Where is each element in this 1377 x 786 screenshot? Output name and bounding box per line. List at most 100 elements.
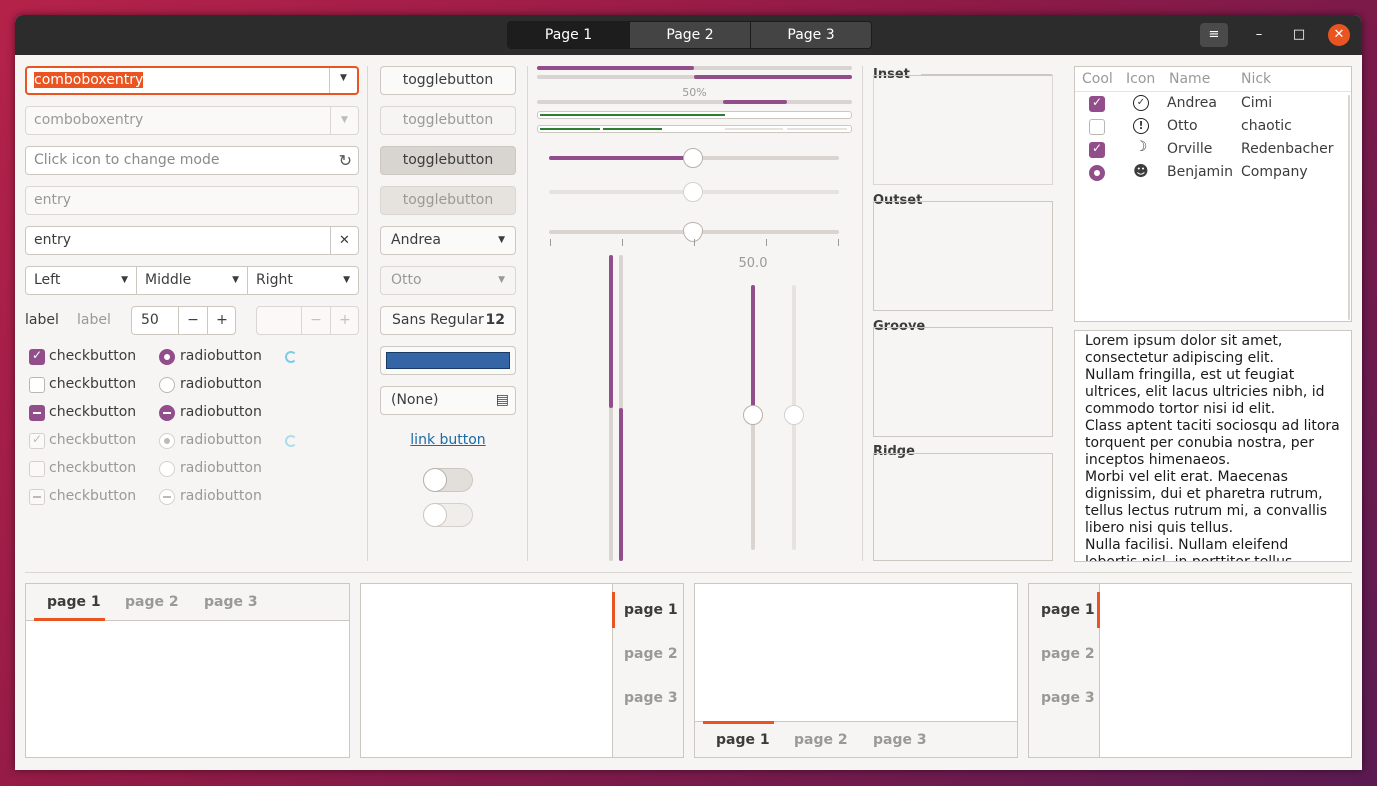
checkbox-5: [29, 461, 45, 477]
notebook-right-tab-3[interactable]: page 3: [624, 690, 678, 706]
scrollbar[interactable]: [1348, 95, 1350, 320]
notebook-bottom-tab-3[interactable]: page 3: [873, 732, 927, 748]
checkbox-2[interactable]: [29, 377, 45, 393]
link-button[interactable]: link button: [380, 432, 516, 448]
switcher-page-1[interactable]: Page 1: [508, 22, 629, 48]
text-view[interactable]: Lorem ipsum dolor sit amet, consectetur …: [1074, 330, 1352, 562]
notebook-right-tab-1[interactable]: page 1: [624, 602, 678, 618]
combo-right[interactable]: Right ▼: [248, 266, 359, 295]
combobox-entry-disabled: comboboxentry ▼: [25, 106, 359, 135]
radio-1-label[interactable]: radiobutton: [180, 348, 262, 364]
combo-middle[interactable]: Middle ▼: [137, 266, 248, 295]
column-header-name[interactable]: Name: [1169, 67, 1210, 91]
notebook-top-tab-2[interactable]: page 2: [125, 594, 179, 610]
text-paragraph-2: Nullam fringilla, est ut feugiat ultrice…: [1085, 367, 1325, 417]
tick-mark: [622, 239, 623, 246]
minimize-icon[interactable]: –: [1247, 23, 1271, 47]
color-button[interactable]: [380, 346, 516, 375]
combo-otto: Otto ▼: [380, 266, 516, 295]
notebook-top-tab-3[interactable]: page 3: [204, 594, 258, 610]
frame-inset-top: [921, 74, 1052, 75]
cool-check[interactable]: [1089, 119, 1105, 135]
notebook-right: page 1 page 2 page 3: [360, 583, 684, 758]
maximize-icon[interactable]: □: [1287, 23, 1311, 47]
radio-1[interactable]: [159, 349, 175, 365]
horizontal-separator: [25, 572, 1352, 573]
radio-3[interactable]: [159, 405, 175, 421]
notebook-left-tab-3[interactable]: page 3: [1041, 690, 1095, 706]
switcher-page-3[interactable]: Page 3: [750, 22, 871, 48]
togglebutton-1[interactable]: togglebutton: [380, 66, 516, 95]
checkbox-2-label[interactable]: checkbutton: [49, 376, 136, 392]
cool-check[interactable]: ✓: [1089, 141, 1105, 158]
label-disabled: label: [77, 312, 111, 328]
notebook-right-tab-2[interactable]: page 2: [624, 646, 678, 662]
checkbox-1-label[interactable]: checkbutton: [49, 348, 136, 364]
togglebutton-3[interactable]: togglebutton: [380, 146, 516, 175]
levelbar-segment-1: [540, 128, 600, 130]
entry-with-clear[interactable]: entry ✕: [25, 226, 359, 255]
combo-otto-label: Otto: [391, 272, 422, 288]
spin-button[interactable]: 50 − +: [131, 306, 236, 335]
label: label: [25, 312, 59, 328]
chevron-down-icon[interactable]: ▼: [329, 68, 357, 93]
levelbar-segment-2: [603, 128, 662, 130]
hscale-1-knob[interactable]: [683, 148, 703, 168]
combo-andrea[interactable]: Andrea ▼: [380, 226, 516, 255]
tree-view[interactable]: Cool Icon Name Nick ✓ ✓ Andrea Cimi ! Ot…: [1074, 66, 1352, 322]
combo-middle-label: Middle: [145, 272, 192, 288]
cool-check[interactable]: ✓: [1089, 95, 1105, 112]
vscale-4-knob: [784, 405, 804, 425]
mixed-icon: [33, 496, 41, 498]
font-button[interactable]: Sans Regular 12: [380, 306, 516, 335]
hscale-1-fill: [549, 156, 694, 160]
refresh-icon[interactable]: ↻: [339, 147, 352, 174]
text-paragraph-1: Lorem ipsum dolor sit amet, consectetur …: [1085, 333, 1283, 366]
search-placeholder: Click icon to change mode: [34, 152, 220, 168]
radio-2-label[interactable]: radiobutton: [180, 376, 262, 392]
radio-3-label[interactable]: radiobutton: [180, 404, 262, 420]
notebook-bottom-tab-2[interactable]: page 2: [794, 732, 848, 748]
cool-radio[interactable]: [1089, 165, 1105, 181]
hscale-2-knob: [683, 182, 703, 202]
active-tab-indicator: [612, 592, 615, 628]
table-row[interactable]: ✓ ✓ Andrea Cimi: [1075, 93, 1351, 116]
column-header-icon[interactable]: Icon: [1126, 67, 1155, 91]
plus-icon[interactable]: +: [207, 307, 235, 334]
checkbox-3[interactable]: [29, 405, 45, 421]
switch-knob: [423, 468, 447, 492]
table-row[interactable]: ! Otto chaotic: [1075, 116, 1351, 139]
combo-left[interactable]: Left ▼: [25, 266, 137, 295]
radio-dot-icon: [164, 354, 170, 360]
table-row[interactable]: ✓ ☽ Orville Redenbacher: [1075, 139, 1351, 162]
levelbar-continuous: [537, 111, 852, 119]
column-header-cool[interactable]: Cool: [1082, 67, 1113, 91]
notebook-left-tab-1[interactable]: page 1: [1041, 602, 1095, 618]
radio-2[interactable]: [159, 377, 175, 393]
radio-dot-icon: [164, 438, 170, 444]
radio-4: [159, 433, 175, 449]
checkbox-1[interactable]: ✓: [29, 348, 45, 365]
switcher-page-2[interactable]: Page 2: [629, 22, 750, 48]
close-icon[interactable]: ✕: [1328, 24, 1350, 46]
search-entry[interactable]: Click icon to change mode ↻: [25, 146, 359, 175]
minus-icon[interactable]: −: [178, 307, 207, 334]
combobox-entry-focused[interactable]: comboboxentry ▼: [25, 66, 359, 95]
checkbox-6-label: checkbutton: [49, 488, 137, 504]
switch-1[interactable]: [423, 468, 473, 492]
vscale-3-knob[interactable]: [743, 405, 763, 425]
header-divider: [1075, 91, 1351, 92]
radio-6: [159, 489, 175, 505]
file-chooser-button[interactable]: (None) ▤: [380, 386, 516, 415]
check-icon: ✓: [1092, 141, 1103, 155]
table-row[interactable]: ☻ Benjamin Company: [1075, 162, 1351, 185]
clear-icon[interactable]: ✕: [330, 227, 358, 254]
column-header-nick[interactable]: Nick: [1241, 67, 1271, 91]
notebook-bottom-tab-1[interactable]: page 1: [716, 732, 770, 748]
checkbox-3-label[interactable]: checkbutton: [49, 404, 136, 420]
notebook-top-tab-1[interactable]: page 1: [47, 594, 101, 610]
header-bar: Page 1 Page 2 Page 3 ≡ – □ ✕: [15, 15, 1362, 55]
hscale-3-knob[interactable]: [683, 222, 703, 242]
menu-icon[interactable]: ≡: [1200, 23, 1228, 47]
notebook-left-tab-2[interactable]: page 2: [1041, 646, 1095, 662]
